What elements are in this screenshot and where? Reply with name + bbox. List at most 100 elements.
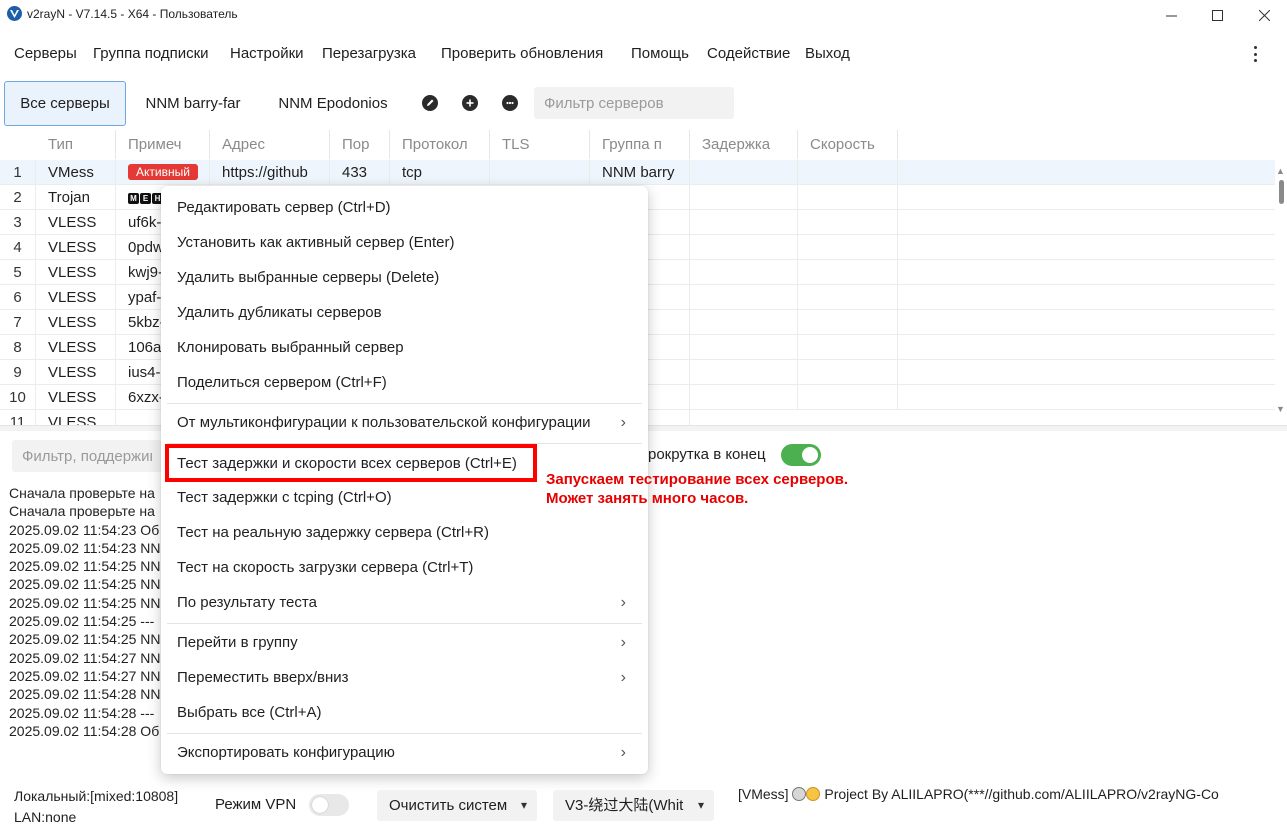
menu-delete-selected-servers[interactable]: Удалить выбранные серверы (Delete) [161, 260, 648, 295]
cell-protocol: tcp [390, 160, 490, 185]
scroll-up-icon[interactable]: ▲ [1276, 166, 1285, 176]
cell-speed [798, 260, 898, 285]
menu-item-label: По результату теста [177, 594, 317, 611]
letter-e-icon: E [140, 192, 151, 204]
protocol-prefix: [VMess] [738, 786, 789, 802]
more-options-icon[interactable] [1248, 44, 1262, 64]
vpn-mode-toggle[interactable] [309, 794, 349, 816]
edit-icon[interactable] [422, 95, 438, 111]
window-title: v2rayN - V7.14.5 - X64 - Пользователь [27, 7, 238, 21]
column-header-type[interactable]: Тип [36, 130, 116, 159]
column-header-tls[interactable]: TLS [490, 130, 590, 159]
row-index: 5 [0, 260, 36, 285]
chevron-right-icon: › [620, 594, 626, 611]
column-header-speed[interactable]: Скорость [798, 130, 898, 159]
cell-latency [690, 310, 798, 335]
menu-servers[interactable]: Серверы [14, 45, 77, 62]
menu-multi-to-custom-config[interactable]: От мультиконфигурации к пользовательской… [161, 405, 648, 440]
menu-move-to-group[interactable]: Перейти в группу › [161, 625, 648, 660]
menu-remove-duplicates[interactable]: Удалить дубликаты серверов [161, 295, 648, 330]
menu-check-updates[interactable]: Проверить обновления [441, 45, 603, 62]
menu-exit[interactable]: Выход [805, 45, 850, 62]
maximize-button[interactable] [1194, 0, 1240, 30]
column-header-address[interactable]: Адрес [210, 130, 330, 159]
column-header-remark[interactable]: Примеч [116, 130, 210, 159]
annotation-line: Может занять много часов. [546, 490, 749, 507]
menu-select-all[interactable]: Выбрать все (Ctrl+A) [161, 695, 648, 730]
chevron-right-icon: › [620, 744, 626, 761]
status-badge: Активный [128, 164, 198, 181]
cell-latency [690, 235, 798, 260]
scrollbar-thumb[interactable] [1279, 180, 1284, 204]
log-line: 2025.09.02 11:54:23 Об [9, 521, 160, 538]
cell-latency [690, 210, 798, 235]
server-filter-input[interactable] [534, 87, 734, 119]
menu-item-label: От мультиконфигурации к пользовательской… [177, 414, 591, 431]
cell-port: 433 [330, 160, 390, 185]
menu-edit-server[interactable]: Редактировать сервер (Ctrl+D) [161, 190, 648, 225]
autoscroll-label: рокрутка в конец [648, 446, 766, 463]
annotation-line: Запускаем тестирование всех серверов. [546, 471, 849, 488]
title-bar: v2rayN - V7.14.5 - X64 - Пользователь [0, 0, 1287, 30]
tab-nnm-barry-far[interactable]: NNM barry-far [132, 81, 254, 126]
menu-real-delay-test[interactable]: Тест на реальную задержку сервера (Ctrl+… [161, 515, 648, 550]
cell-latency [690, 385, 798, 410]
cell-speed [798, 335, 898, 360]
menu-clone-server[interactable]: Клонировать выбранный сервер [161, 330, 648, 365]
menu-set-active-server[interactable]: Установить как активный сервер (Enter) [161, 225, 648, 260]
add-icon[interactable] [462, 95, 478, 111]
cell-speed [798, 185, 898, 210]
menu-help[interactable]: Помощь [631, 45, 689, 62]
table-row[interactable]: 1 VMess Активный https://github 433 tcp … [0, 160, 1275, 185]
menu-item-label: Перейти в группу [177, 634, 298, 651]
row-index: 1 [0, 160, 36, 185]
menu-reload[interactable]: Перезагрузка [322, 45, 416, 62]
menu-settings[interactable]: Настройки [230, 45, 304, 62]
system-proxy-dropdown[interactable]: Очистить систем ▾ [377, 790, 537, 821]
tab-nnm-epodonios[interactable]: NNM Epodonios [266, 81, 400, 126]
sunglasses-emoji-icon [806, 787, 821, 802]
log-line: 2025.09.02 11:54:27 NN [9, 667, 161, 684]
cell-latency [690, 360, 798, 385]
minimize-icon [1165, 15, 1177, 16]
log-filter-input[interactable] [12, 440, 162, 472]
cell-type: VLESS [36, 285, 116, 310]
cell-type: VLESS [36, 235, 116, 260]
log-output: Сначала проверьте на Сначала проверьте н… [9, 484, 169, 740]
skull-emoji-icon [792, 787, 807, 802]
column-header-port[interactable]: Пор [330, 130, 390, 159]
menu-separator [167, 733, 642, 734]
row-index: 6 [0, 285, 36, 310]
cell-latency [690, 260, 798, 285]
menu-export-config[interactable]: Экспортировать конфигурацию › [161, 735, 648, 770]
row-index: 10 [0, 385, 36, 410]
more-icon[interactable] [502, 95, 518, 111]
close-button[interactable] [1241, 0, 1287, 30]
menu-donate[interactable]: Содействие [707, 45, 790, 62]
row-index: 7 [0, 310, 36, 335]
log-line: 2025.09.02 11:54:28 --- [9, 704, 155, 721]
autoscroll-toggle[interactable] [781, 444, 821, 466]
column-header-protocol[interactable]: Протокол [390, 130, 490, 159]
routing-dropdown[interactable]: V3-绕过大陆(Whit ▾ [553, 790, 714, 821]
column-header-latency[interactable]: Задержка [690, 130, 798, 159]
cell-speed [798, 285, 898, 310]
table-scrollbar[interactable]: ▲ ▼ [1275, 166, 1287, 416]
menu-subscription-group[interactable]: Группа подписки [93, 45, 209, 62]
chevron-right-icon: › [620, 634, 626, 651]
annotation-text: Запускаем тестирование всех серверов. Мо… [546, 470, 848, 508]
column-header-group[interactable]: Группа п [590, 130, 690, 159]
menu-sort-by-test-result[interactable]: По результату теста › [161, 585, 648, 620]
log-line: 2025.09.02 11:54:28 Об [9, 722, 160, 739]
cell-type: VLESS [36, 260, 116, 285]
minimize-button[interactable] [1148, 0, 1194, 30]
cell-type: VMess [36, 160, 116, 185]
chevron-right-icon: › [620, 414, 626, 431]
cell-speed [798, 160, 898, 185]
menu-move-up-down[interactable]: Переместить вверх/вниз › [161, 660, 648, 695]
menu-speed-test[interactable]: Тест на скорость загрузки сервера (Ctrl+… [161, 550, 648, 585]
tab-all-servers[interactable]: Все серверы [4, 81, 126, 126]
scroll-down-icon[interactable]: ▼ [1276, 404, 1285, 414]
menu-share-server[interactable]: Поделиться сервером (Ctrl+F) [161, 365, 648, 400]
highlight-annotation-box [165, 444, 537, 482]
